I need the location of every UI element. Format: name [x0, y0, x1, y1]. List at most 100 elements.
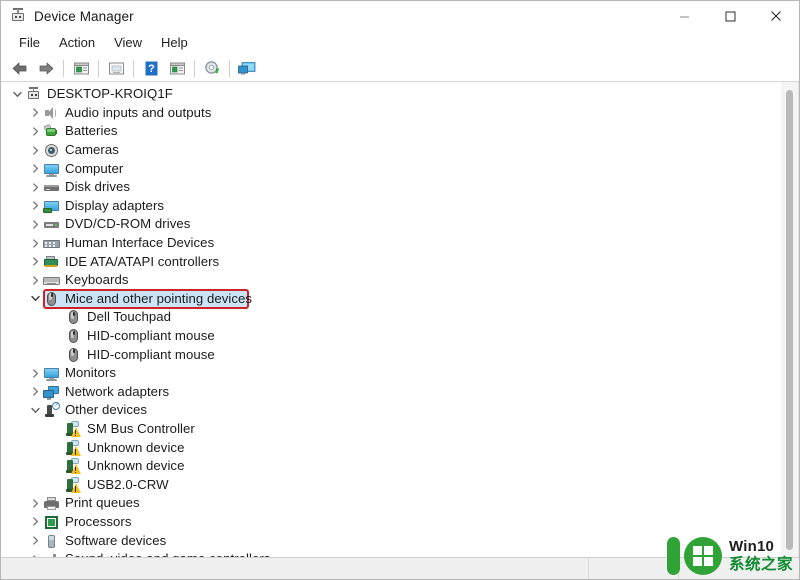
toolbar-separator — [133, 59, 134, 77]
tree-item-label: SM Bus Controller — [87, 420, 195, 436]
window-title: Device Manager — [34, 8, 134, 24]
chevron-right-icon[interactable] — [27, 161, 43, 177]
chevron-right-icon[interactable] — [27, 142, 43, 158]
sound-video-game-icon — [43, 551, 60, 557]
remote-computer-icon[interactable] — [234, 56, 260, 80]
tree-item-hid-compliant-mouse-2[interactable]: HID-compliant mouse — [1, 345, 798, 364]
tree-item-label: DVD/CD-ROM drives — [65, 216, 191, 232]
chevron-right-icon[interactable] — [27, 551, 43, 557]
menu-help[interactable]: Help — [152, 33, 197, 53]
tree-item-usb2-0-crw[interactable]: USB2.0-CRW — [1, 475, 798, 494]
toolbar-separator — [194, 59, 195, 77]
maximize-button[interactable] — [707, 1, 753, 31]
forward-arrow-icon[interactable] — [33, 56, 59, 80]
tree-item-disk-drives[interactable]: Disk drives — [1, 178, 798, 197]
tree-item-human-interface-devices[interactable]: Human Interface Devices — [1, 234, 798, 253]
toolbar: ? — [1, 55, 799, 82]
keyboard-icon — [43, 272, 60, 288]
chevron-right-icon[interactable] — [27, 495, 43, 511]
tree-item-mice-and-other-pointing-devices[interactable]: Mice and other pointing devices — [1, 288, 798, 309]
tree-item-monitors[interactable]: Monitors — [1, 364, 798, 383]
mouse-icon — [43, 291, 60, 307]
software-device-icon — [43, 533, 60, 549]
device-tree-pane[interactable]: DESKTOP-KROIQ1F Audio inputs and outputs — [1, 82, 799, 557]
chevron-down-icon[interactable] — [27, 291, 43, 307]
tree-item-unknown-device-1[interactable]: Unknown device — [1, 438, 798, 457]
disk-drive-icon — [43, 179, 60, 195]
toolbar-separator — [63, 59, 64, 77]
mouse-icon — [65, 328, 82, 344]
help-icon[interactable]: ? — [138, 56, 164, 80]
tree-item-ide-ata-atapi-controllers[interactable]: IDE ATA/ATAPI controllers — [1, 252, 798, 271]
tree-item-unknown-device-2[interactable]: Unknown device — [1, 457, 798, 476]
printer-icon — [43, 495, 60, 511]
tree-item-cameras[interactable]: Cameras — [1, 141, 798, 160]
tree-item-label: Other devices — [65, 402, 148, 418]
toolbar-separator — [98, 59, 99, 77]
tree-item-dvd-cd-rom-drives[interactable]: DVD/CD-ROM drives — [1, 215, 798, 234]
status-cell-secondary — [589, 558, 679, 579]
chevron-right-icon[interactable] — [27, 272, 43, 288]
close-button[interactable] — [753, 1, 799, 31]
tree-item-other-devices[interactable]: ? Other devices — [1, 401, 798, 420]
chevron-right-icon[interactable] — [27, 235, 43, 251]
chevron-right-icon[interactable] — [27, 198, 43, 214]
device-manager-icon — [10, 8, 26, 24]
tree-item-print-queues[interactable]: Print queues — [1, 494, 798, 513]
chevron-right-icon[interactable] — [27, 384, 43, 400]
tree-item-sm-bus-controller[interactable]: SM Bus Controller — [1, 420, 798, 439]
unknown-device-warning-icon — [65, 476, 82, 493]
unknown-device-warning-icon — [65, 458, 82, 475]
tree-item-computer[interactable]: Computer — [1, 159, 798, 178]
tree-item-processors[interactable]: Processors — [1, 513, 798, 532]
tree-item-label: USB2.0-CRW — [87, 476, 169, 492]
tree-item-keyboards[interactable]: Keyboards — [1, 271, 798, 290]
tree-item-label: Unknown device — [87, 439, 185, 455]
tree-item-audio-inputs-and-outputs[interactable]: Audio inputs and outputs — [1, 104, 798, 123]
chevron-right-icon[interactable] — [27, 365, 43, 381]
vertical-scroll-thumb[interactable] — [786, 90, 793, 550]
menu-action[interactable]: Action — [50, 33, 104, 53]
monitor-icon — [43, 365, 60, 382]
menu-file[interactable]: File — [10, 33, 49, 53]
chevron-right-icon[interactable] — [27, 105, 43, 121]
chevron-down-icon[interactable] — [9, 86, 25, 102]
chevron-right-icon[interactable] — [27, 123, 43, 139]
chevron-right-icon[interactable] — [27, 216, 43, 232]
tree-item-label: HID-compliant mouse — [87, 346, 215, 362]
tree-item-network-adapters[interactable]: Network adapters — [1, 383, 798, 402]
tree-item-hid-compliant-mouse-1[interactable]: HID-compliant mouse — [1, 327, 798, 346]
menu-view[interactable]: View — [105, 33, 151, 53]
chevron-down-icon[interactable] — [27, 402, 43, 418]
tree-item-label: Sound, video and game controllers — [65, 551, 270, 557]
tree-item-batteries[interactable]: Batteries — [1, 122, 798, 141]
properties-icon[interactable] — [68, 56, 94, 80]
hid-icon — [43, 235, 60, 251]
chevron-right-icon[interactable] — [27, 533, 43, 549]
chevron-right-icon[interactable] — [27, 514, 43, 530]
watermark-text: Win10 系统之家 — [729, 539, 793, 573]
tree-item-label: Disk drives — [65, 179, 131, 195]
minimize-button[interactable] — [661, 1, 707, 31]
back-arrow-icon[interactable] — [7, 56, 33, 80]
tree-item-label: Keyboards — [65, 272, 129, 288]
scan-hardware-changes-icon[interactable] — [199, 56, 225, 80]
watermark-one-glyph — [666, 537, 680, 575]
chevron-right-icon[interactable] — [27, 179, 43, 195]
mouse-icon — [65, 309, 82, 325]
vertical-scrollbar[interactable] — [781, 82, 798, 557]
tree-item-label: Print queues — [65, 495, 140, 511]
ide-controller-icon — [43, 254, 60, 270]
tree-item-desktop-kroiq1f[interactable]: DESKTOP-KROIQ1F — [1, 85, 798, 104]
tree-item-display-adapters[interactable]: Display adapters — [1, 197, 798, 216]
update-driver-icon[interactable] — [164, 56, 190, 80]
tree-item-dell-touchpad[interactable]: Dell Touchpad — [1, 308, 798, 327]
tree-item-label: IDE ATA/ATAPI controllers — [65, 253, 220, 269]
tree-item-label: Human Interface Devices — [65, 235, 215, 251]
device-tree: DESKTOP-KROIQ1F Audio inputs and outputs — [1, 85, 798, 557]
show-hidden-devices-icon[interactable] — [103, 56, 129, 80]
chevron-right-icon[interactable] — [27, 254, 43, 270]
